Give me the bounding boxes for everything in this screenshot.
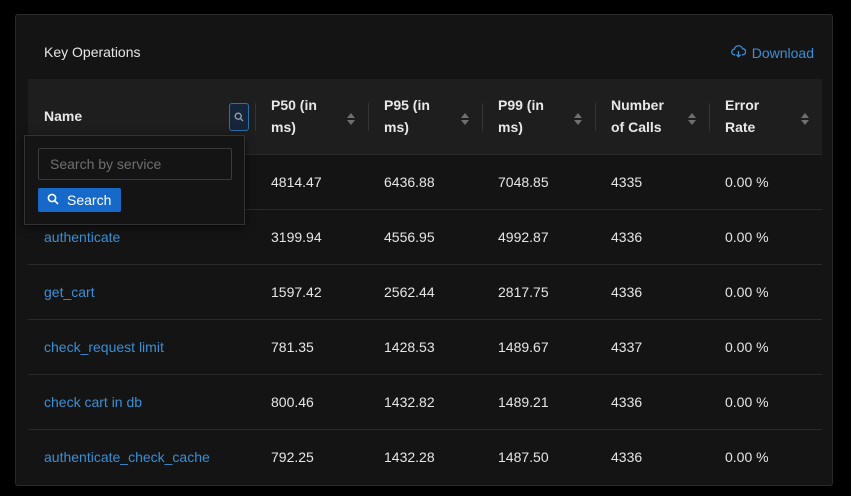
error-rate-cell: 0.00 %	[725, 448, 769, 465]
error-rate-cell: 0.00 %	[725, 228, 769, 245]
error-rate-cell: 0.00 %	[725, 173, 769, 190]
p95-cell: 2562.44	[384, 283, 435, 300]
cloud-download-icon	[730, 44, 747, 62]
column-header-calls[interactable]: Number of Calls	[595, 79, 709, 154]
table-row: check cart in db 800.46 1432.82 1489.21 …	[28, 374, 822, 429]
operation-name-cell: check cart in db	[28, 374, 255, 429]
operation-link[interactable]: get_cart	[44, 284, 95, 300]
operation-link[interactable]: check_request limit	[44, 339, 164, 355]
error-rate-cell: 0.00 %	[725, 283, 769, 300]
column-header-p99[interactable]: P99 (in ms)	[482, 79, 595, 154]
sort-icon[interactable]	[460, 110, 470, 125]
p95-cell: 1432.82	[384, 393, 435, 410]
name-filter-dropdown: Search	[24, 135, 245, 225]
search-button[interactable]: Search	[38, 188, 121, 212]
operation-name-cell: check_request limit	[28, 319, 255, 374]
search-icon	[47, 192, 59, 208]
operation-link[interactable]: authenticate_check_cache	[44, 449, 210, 465]
p50-cell: 4814.47	[271, 173, 322, 190]
column-divider	[709, 103, 710, 131]
panel-title: Key Operations	[44, 44, 141, 60]
column-label: Number of Calls	[611, 97, 664, 136]
p95-cell: 6436.88	[384, 173, 435, 190]
column-label: P95 (in ms)	[384, 97, 430, 136]
sort-icon[interactable]	[800, 110, 810, 125]
p95-cell: 1432.28	[384, 448, 435, 465]
search-button-label: Search	[67, 192, 112, 208]
calls-cell: 4336	[611, 448, 643, 465]
download-label: Download	[751, 45, 814, 61]
p50-cell: 800.46	[271, 393, 314, 410]
download-button[interactable]: Download	[730, 44, 814, 62]
calls-cell: 4337	[611, 338, 643, 355]
column-divider	[368, 103, 369, 131]
calls-cell: 4336	[611, 283, 643, 300]
sort-icon[interactable]	[573, 110, 583, 125]
p50-cell: 792.25	[271, 448, 314, 465]
calls-cell: 4336	[611, 228, 643, 245]
column-label: Error Rate	[725, 97, 760, 136]
calls-cell: 4336	[611, 393, 643, 410]
p99-cell: 1489.67	[498, 338, 549, 355]
p50-cell: 1597.42	[271, 283, 322, 300]
table-row: check_request limit 781.35 1428.53 1489.…	[28, 319, 822, 374]
p95-cell: 4556.95	[384, 228, 435, 245]
column-header-p50[interactable]: P50 (in ms)	[255, 79, 368, 154]
p95-cell: 1428.53	[384, 338, 435, 355]
search-input[interactable]	[38, 148, 232, 180]
sort-icon[interactable]	[687, 110, 697, 125]
p50-cell: 3199.94	[271, 228, 322, 245]
operation-name-cell: authenticate_check_cache	[28, 429, 255, 484]
search-icon	[234, 106, 244, 128]
error-rate-cell: 0.00 %	[725, 338, 769, 355]
column-header-error-rate[interactable]: Error Rate	[709, 79, 822, 154]
panel-header: Key Operations Download	[16, 15, 832, 79]
key-operations-panel: Key Operations Download Name P50 (in ms)…	[15, 14, 833, 486]
p99-cell: 4992.87	[498, 228, 549, 245]
table-row: get_cart 1597.42 2562.44 2817.75 4336 0.…	[28, 264, 822, 319]
column-divider	[595, 103, 596, 131]
sort-icon[interactable]	[346, 110, 356, 125]
operation-link[interactable]: check cart in db	[44, 394, 142, 410]
column-label: P50 (in ms)	[271, 97, 317, 136]
name-filter-button[interactable]	[229, 103, 249, 131]
error-rate-cell: 0.00 %	[725, 393, 769, 410]
p99-cell: 1489.21	[498, 393, 549, 410]
column-label: Name	[44, 108, 83, 125]
operation-name-cell: get_cart	[28, 264, 255, 319]
column-header-p95[interactable]: P95 (in ms)	[368, 79, 482, 154]
p99-cell: 2817.75	[498, 283, 549, 300]
table-row: authenticate_check_cache 792.25 1432.28 …	[28, 429, 822, 484]
p99-cell: 1487.50	[498, 448, 549, 465]
column-label: P99 (in ms)	[498, 97, 544, 136]
p50-cell: 781.35	[271, 338, 314, 355]
p99-cell: 7048.85	[498, 173, 549, 190]
operation-link[interactable]: authenticate	[44, 229, 120, 245]
calls-cell: 4335	[611, 173, 643, 190]
column-divider	[482, 103, 483, 131]
column-divider	[255, 103, 256, 131]
